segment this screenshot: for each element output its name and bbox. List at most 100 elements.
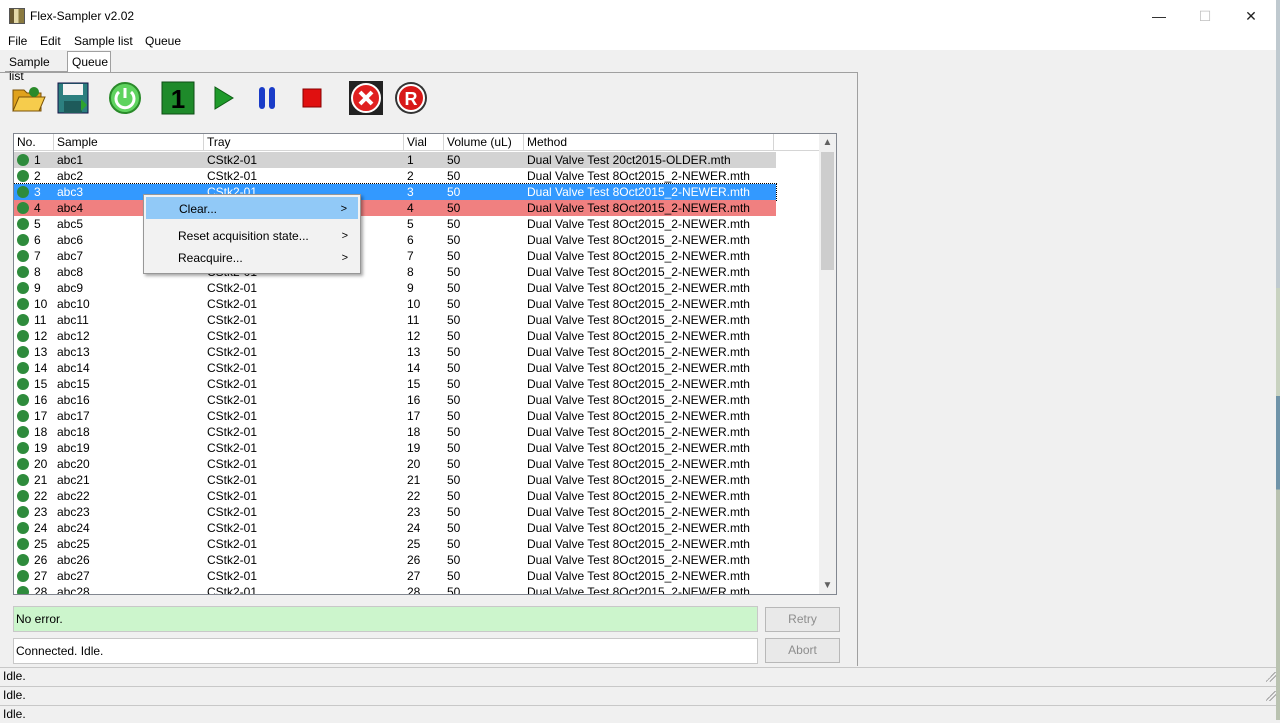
cell-no: 21 (14, 472, 54, 488)
context-item-reacquire[interactable]: Reacquire... > (146, 247, 358, 269)
table-row[interactable]: 16 abc16 CStk2-01 16 50 Dual Valve Test 8Oct2… (14, 392, 776, 408)
power-button[interactable] (104, 78, 146, 118)
table-row[interactable]: 20 abc20 CStk2-01 20 50 Dual Valve Test 8Oct2… (14, 456, 776, 472)
cell-text: 50 (447, 153, 461, 167)
scroll-thumb[interactable] (821, 152, 834, 270)
table-row[interactable]: 8abc8CStk2-01850Dual Valve Test 8Oct2015… (14, 264, 776, 280)
table-row[interactable]: 13 abc13 CStk2-01 13 50 Dual Valve Test 8Oct2… (14, 344, 776, 360)
table-row[interactable]: 23 abc23 CStk2-01 23 50 Dual Valve Test 8Oct2… (14, 504, 776, 520)
column-sample[interactable]: Sample (54, 134, 204, 151)
table-row[interactable]: 18 abc18 CStk2-01 18 50 Dual Valve Test 8Oct2… (14, 424, 776, 440)
table-row[interactable]: 1 abc1 CStk2-01 1 50 Dual Valve Test 20ct2015… (14, 152, 776, 168)
context-item-clear[interactable]: Clear... > (146, 197, 358, 219)
column-volume[interactable]: Volume (uL) (444, 134, 524, 151)
context-item-reset-acquisition[interactable]: Reset acquisition state... > (146, 225, 358, 247)
table-row[interactable]: 28 abc28 CStk2-01 28 50 Dual Valve Test 8Oct2… (14, 584, 776, 595)
table-row[interactable]: 14 abc14 CStk2-01 14 50 Dual Valve Test 8Oct2… (14, 360, 776, 376)
cell-text: 1 (407, 153, 414, 167)
cell-volume: 50 (444, 264, 524, 280)
menu-edit[interactable]: Edit (40, 34, 61, 48)
cell-method: Dual Valve Test 8Oct2015_2-NEWER.mth (524, 472, 774, 488)
table-row[interactable]: 6abc6CStk2-01650Dual Valve Test 8Oct2015… (14, 232, 776, 248)
table-row[interactable]: 24 abc24 CStk2-01 24 50 Dual Valve Test 8Oct2… (14, 520, 776, 536)
cell-text: 8 (407, 265, 414, 279)
reset-r-icon: R (395, 82, 427, 114)
resize-grip-icon[interactable] (1266, 691, 1276, 701)
cell-text: 15 (34, 377, 48, 391)
table-row[interactable]: 9 abc9 CStk2-01 9 50 Dual Valve Test 8Oct2015… (14, 280, 776, 296)
cell-text: Dual Valve Test 8Oct2015_2-NEWER.mth (527, 457, 750, 471)
pause-button[interactable] (246, 78, 288, 118)
stop-button[interactable] (291, 78, 333, 118)
reset-button[interactable]: R (390, 78, 432, 118)
menu-file[interactable]: File (8, 34, 27, 48)
cell-text: Dual Valve Test 8Oct2015_2-NEWER.mth (527, 585, 750, 595)
table-row[interactable]: 10 abc10 CStk2-01 10 50 Dual Valve Test 8Oct2… (14, 296, 776, 312)
table-row[interactable]: 17 abc17 CStk2-01 17 50 Dual Valve Test 8Oct2… (14, 408, 776, 424)
cell-text: 15 (407, 377, 421, 391)
stop-icon (302, 88, 322, 108)
run-one-button[interactable]: 1 (157, 78, 199, 118)
cell-volume: 50 (444, 424, 524, 440)
cell-method: Dual Valve Test 8Oct2015_2-NEWER.mth (524, 536, 774, 552)
minimize-button[interactable]: — (1136, 0, 1182, 32)
cell-vial: 1 (404, 152, 444, 168)
abort-button[interactable]: Abort (765, 638, 840, 663)
menu-queue[interactable]: Queue (145, 34, 181, 48)
table-row[interactable]: 21 abc21 CStk2-01 21 50 Dual Valve Test 8Oct2… (14, 472, 776, 488)
table-row[interactable]: 22 abc22 CStk2-01 22 50 Dual Valve Test 8Oct2… (14, 488, 776, 504)
table-row[interactable]: 4abc4CStk2-01450Dual Valve Test 8Oct2015… (14, 200, 776, 216)
table-row[interactable]: 5abc5CStk2-01550Dual Valve Test 8Oct2015… (14, 216, 776, 232)
cell-tray: CStk2-01 (204, 536, 404, 552)
cancel-button[interactable] (345, 78, 387, 118)
cell-text: 3 (407, 185, 414, 199)
column-vial[interactable]: Vial (404, 134, 444, 151)
table-row[interactable]: 27 abc27 CStk2-01 27 50 Dual Valve Test 8Oct2… (14, 568, 776, 584)
save-button[interactable] (52, 78, 94, 118)
cell-text: 50 (447, 185, 461, 199)
tab-queue[interactable]: Queue (67, 51, 111, 72)
cell-text: CStk2-01 (207, 553, 258, 567)
open-button[interactable] (7, 78, 49, 118)
table-row[interactable]: 2 abc2 CStk2-01 2 50 Dual Valve Test 8Oct2015… (14, 168, 776, 184)
vertical-scrollbar[interactable]: ▲ ▼ (819, 134, 836, 594)
table-row[interactable]: 7abc7CStk2-01750Dual Valve Test 8Oct2015… (14, 248, 776, 264)
cell-text: abc13 (57, 345, 90, 359)
context-menu: Clear... > Reset acquisition state... > … (143, 194, 361, 274)
scroll-down-icon[interactable]: ▼ (819, 577, 836, 594)
cell-text: abc10 (57, 297, 90, 311)
cell-method: Dual Valve Test 20ct2015-OLDER.mth (524, 152, 774, 168)
status-dot-icon (17, 346, 29, 358)
menu-sample-list[interactable]: Sample list (74, 34, 133, 48)
table-row[interactable]: 11 abc11 CStk2-01 11 50 Dual Valve Test 8Oct2… (14, 312, 776, 328)
column-no[interactable]: No. (14, 134, 54, 151)
column-method[interactable]: Method (524, 134, 774, 151)
queue-list[interactable]: No. Sample Tray Vial Volume (uL) Method … (13, 133, 837, 595)
column-tray[interactable]: Tray (204, 134, 404, 151)
scroll-up-icon[interactable]: ▲ (819, 134, 836, 151)
tab-sample-list[interactable]: Sample list (5, 52, 67, 83)
retry-button[interactable]: Retry (765, 607, 840, 632)
cell-text: abc5 (57, 217, 84, 231)
table-row[interactable]: 26 abc26 CStk2-01 26 50 Dual Valve Test 8Oct2… (14, 552, 776, 568)
table-row[interactable]: 3 abc3 CStk2-01 3 50 Dual Valve Test 8Oct2015… (14, 183, 777, 201)
status-dot-icon (17, 378, 29, 390)
cell-method: Dual Valve Test 8Oct2015_2-NEWER.mth (524, 184, 774, 200)
table-row[interactable]: 15 abc15 CStk2-01 15 50 Dual Valve Test 8Oct2… (14, 376, 776, 392)
table-row[interactable]: 19 abc19 CStk2-01 19 50 Dual Valve Test 8Oct2… (14, 440, 776, 456)
close-button[interactable]: ✕ (1228, 0, 1274, 32)
status-dot-icon (17, 202, 29, 214)
table-row[interactable]: 12 abc12 CStk2-01 12 50 Dual Valve Test 8Oct2… (14, 328, 776, 344)
maximize-button[interactable]: ☐ (1182, 0, 1228, 32)
status-dot-icon (17, 266, 29, 278)
cell-text: Dual Valve Test 8Oct2015_2-NEWER.mth (527, 265, 750, 279)
table-row[interactable]: 25 abc25 CStk2-01 25 50 Dual Valve Test 8Oct2… (14, 536, 776, 552)
cell-text: abc12 (57, 329, 90, 343)
cell-text: CStk2-01 (207, 169, 258, 183)
cell-text: 26 (34, 553, 48, 567)
resize-grip-icon[interactable] (1266, 672, 1276, 682)
play-button[interactable] (201, 78, 243, 118)
cell-text: 28 (34, 585, 48, 595)
status-text: Idle. (3, 707, 26, 721)
cell-no: 15 (14, 376, 54, 392)
